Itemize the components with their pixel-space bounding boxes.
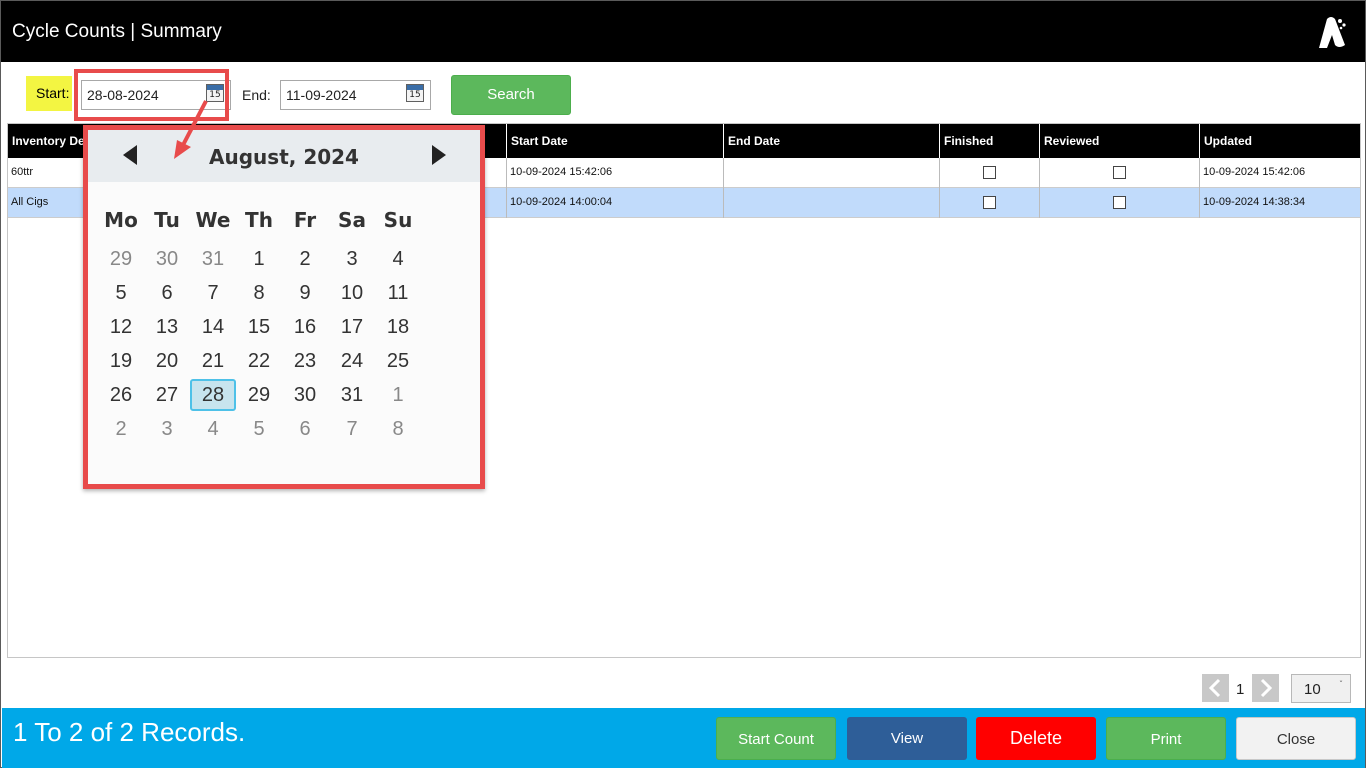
calendar-day[interactable]: 27: [144, 379, 190, 411]
start-date-label: Start:: [26, 76, 72, 111]
column-header-reviewed[interactable]: Reviewed: [1040, 124, 1200, 158]
calendar-day[interactable]: 17: [329, 311, 375, 343]
pager-next-button[interactable]: [1252, 674, 1279, 702]
search-button[interactable]: Search: [451, 75, 571, 115]
calendar-day[interactable]: 1: [236, 243, 282, 275]
pager-previous-button[interactable]: [1202, 674, 1229, 702]
calendar-day[interactable]: 29: [236, 379, 282, 411]
calendar-day[interactable]: 7: [190, 277, 236, 309]
calendar-day-other-month[interactable]: 31: [190, 243, 236, 275]
app-window: Cycle Counts | Summary Start: 28-08-2024…: [0, 0, 1366, 768]
start-count-button[interactable]: Start Count: [716, 717, 836, 760]
calendar-day-other-month[interactable]: 5: [236, 413, 282, 445]
cell-end-date: [724, 188, 940, 218]
calendar-day[interactable]: 25: [375, 345, 421, 377]
cell-updated: 10-09-2024 14:38:34: [1203, 196, 1306, 208]
cell-start-date: 10-09-2024 15:42:06: [507, 158, 724, 188]
calendar-day[interactable]: 9: [282, 277, 328, 309]
calendar-day[interactable]: 11: [375, 277, 421, 309]
calendar-day[interactable]: 15: [236, 311, 282, 343]
calendar-day[interactable]: 18: [375, 311, 421, 343]
calendar-day[interactable]: 16: [282, 311, 328, 343]
chevron-down-icon: ˇ: [1339, 680, 1343, 689]
calendar-day[interactable]: 30: [282, 379, 328, 411]
reviewed-checkbox[interactable]: [1113, 166, 1126, 179]
cell-finished: [940, 188, 1040, 218]
calendar-day[interactable]: 13: [144, 311, 190, 343]
calendar-day-other-month[interactable]: 3: [144, 413, 190, 445]
end-date-label: End:: [242, 87, 271, 103]
column-header-end-date[interactable]: End Date: [724, 124, 940, 158]
calendar-day[interactable]: 4: [375, 243, 421, 275]
calendar-day[interactable]: 10: [329, 277, 375, 309]
calendar-day-other-month[interactable]: 2: [98, 413, 144, 445]
calendar-day[interactable]: 22: [236, 345, 282, 377]
weekday-header: Sa: [338, 208, 366, 232]
calendar-day[interactable]: 24: [329, 345, 375, 377]
calendar-header: August, 2024: [88, 130, 480, 182]
calendar-day-other-month[interactable]: 6: [282, 413, 328, 445]
weekday-header: Fr: [293, 208, 317, 232]
weekday-header: We: [195, 208, 231, 232]
calendar-day[interactable]: 5: [98, 277, 144, 309]
app-logo-icon: [1319, 17, 1346, 48]
calendar-day[interactable]: 31: [329, 379, 375, 411]
finished-checkbox[interactable]: [983, 166, 996, 179]
close-button[interactable]: Close: [1236, 717, 1356, 760]
calendar-day-other-month[interactable]: 4: [190, 413, 236, 445]
cell-finished: [940, 158, 1040, 188]
calendar-day[interactable]: 2: [282, 243, 328, 275]
calendar-day[interactable]: 6: [144, 277, 190, 309]
calendar-day[interactable]: 28: [190, 379, 236, 411]
window-title: Cycle Counts | Summary: [12, 21, 222, 42]
calendar-day[interactable]: 3: [329, 243, 375, 275]
delete-button[interactable]: Delete: [976, 717, 1096, 760]
cell-end-date: [724, 158, 940, 188]
calendar-day[interactable]: 19: [98, 345, 144, 377]
chevron-left-icon: [1208, 678, 1221, 698]
calendar-day[interactable]: 26: [98, 379, 144, 411]
title-bar: Cycle Counts | Summary: [1, 1, 1365, 62]
calendar-day[interactable]: 8: [236, 277, 282, 309]
column-header-updated[interactable]: Updated: [1200, 124, 1360, 158]
calendar-day-other-month[interactable]: 30: [144, 243, 190, 275]
cell-reviewed: [1040, 158, 1200, 188]
start-date-annotation-box: [74, 69, 229, 121]
chevron-right-icon: [1260, 678, 1273, 698]
pager-current-page: 1: [1236, 681, 1245, 698]
view-button[interactable]: View: [847, 717, 967, 760]
weekday-header: Tu: [154, 208, 180, 232]
records-count: 1 To 2 of 2 Records.: [13, 717, 246, 747]
calendar-day-other-month[interactable]: 7: [329, 413, 375, 445]
cell-reviewed: [1040, 188, 1200, 218]
finished-checkbox[interactable]: [983, 196, 996, 209]
calendar-day[interactable]: 14: [190, 311, 236, 343]
column-header-finished[interactable]: Finished: [940, 124, 1040, 158]
reviewed-checkbox[interactable]: [1113, 196, 1126, 209]
calendar-month-title[interactable]: August, 2024: [88, 145, 480, 169]
calendar-day[interactable]: 12: [98, 311, 144, 343]
calendar-day-other-month[interactable]: 29: [98, 243, 144, 275]
weekday-header: Su: [383, 208, 413, 232]
column-header-start-date[interactable]: Start Date: [507, 124, 724, 158]
next-month-icon[interactable]: [432, 145, 446, 165]
calendar-day-other-month[interactable]: 8: [375, 413, 421, 445]
calendar-day[interactable]: 21: [190, 345, 236, 377]
weekday-header: Th: [245, 208, 273, 232]
calendar-day[interactable]: 20: [144, 345, 190, 377]
print-button[interactable]: Print: [1106, 717, 1226, 760]
cell-start-date: 10-09-2024 14:00:04: [507, 188, 724, 218]
weekday-header: Mo: [104, 208, 138, 232]
end-calendar-icon[interactable]: 15: [406, 84, 424, 102]
cell-updated: 10-09-2024 15:42:06: [1203, 166, 1306, 178]
calendar-popup: August, 2024 Mo Tu We Th Fr Sa Su 29 30 31 1 2 3 4 5 6 7…: [83, 125, 485, 489]
calendar-day[interactable]: 23: [282, 345, 328, 377]
calendar-day-other-month[interactable]: 1: [375, 379, 421, 411]
